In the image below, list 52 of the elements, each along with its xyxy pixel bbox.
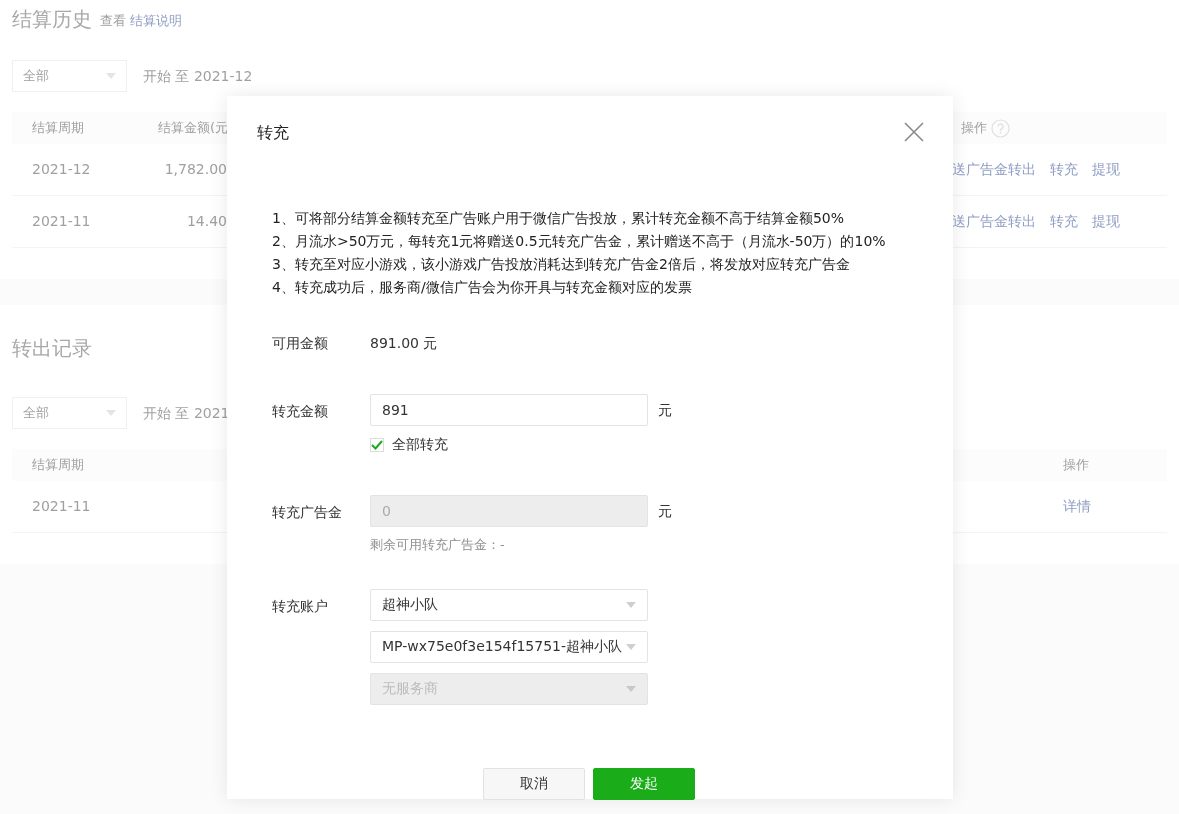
field-label: 转充广告金 [272,503,343,522]
settlement-info-link[interactable]: 结算说明 [130,10,182,34]
caret-icon [626,643,636,650]
section-title: 结算历史 [12,6,92,33]
note-text: 4、转充成功后，服务商/微信广告会为你开具与转充金额对应的发票 [272,278,693,297]
date-range[interactable]: 开始 至 2021 [143,402,230,424]
unit-label: 元 [658,401,672,420]
hint-text: 剩余可用转充广告金：- [370,536,506,554]
caret-icon [626,685,636,692]
check-icon [371,439,383,450]
section-title: 转出记录 [12,335,92,362]
ad-credit-input: 0 [370,495,648,527]
caret-icon [106,73,116,79]
submit-button[interactable]: 发起 [592,767,695,800]
filter-select[interactable]: 全部 [12,60,127,92]
column-header: 结算周期 [31,456,85,475]
account-select[interactable]: 超神小队 [370,588,648,621]
action-link[interactable]: 转充 [1050,211,1078,232]
note-text: 3、转充至对应小游戏，该小游戏广告投放消耗达到转充广告金2倍后，将发放对应转充广告金 [272,255,851,274]
transfer-all-checkbox[interactable]: 全部转充 [370,434,672,455]
action-link[interactable]: 提现 [1092,159,1120,180]
dialog-title: 转充 [257,122,289,144]
available-amount: 891.00 元 [370,335,438,351]
view-label: 查看 [100,11,126,30]
table-cell-text: 2021-11 [31,497,92,516]
note-text: 2、月流水>50万元，每转充1元将赠送0.5元转充广告金，累计赠送不高于（月流水-50万）的10% [272,232,887,251]
table-cell-text: 2021-11 [31,212,92,231]
date-range[interactable]: 开始 至 2021-12 [143,65,253,87]
field-label: 可用金额 [272,334,329,353]
column-header: 操作 [961,119,987,138]
close-icon[interactable] [904,121,924,141]
filter-select[interactable]: 全部 [12,397,127,429]
action-link[interactable]: 转充 [1050,159,1078,180]
column-header: 结算周期 [31,119,85,138]
field-label: 转充金额 [272,402,329,421]
unit-label: 元 [658,502,672,521]
table-cell-text: 14.40 [185,212,227,231]
field-label: 转充账户 [272,596,329,616]
caret-icon [106,410,116,416]
amount-input[interactable]: 891 [370,394,648,426]
table-cell-text: 1,782.00 [163,160,227,179]
action-link[interactable]: 详情 [1063,496,1091,517]
account-select[interactable]: MP-wx75e0f3e154f15751-超神小队 [370,630,648,663]
cancel-button[interactable]: 取消 [482,767,585,800]
action-link[interactable]: 送广告金转出 [952,211,1036,232]
action-link[interactable]: 提现 [1092,211,1120,232]
action-link[interactable]: 送广告金转出 [952,159,1036,180]
note-text: 1、可将部分结算金额转充至广告账户用于微信广告投放，累计转充金额不高于结算金额50% [272,209,846,228]
column-header: 操作 [1063,456,1089,475]
column-header: 结算金额(元 [158,119,230,138]
table-cell-text: 2021-12 [31,160,92,179]
caret-icon [626,601,636,608]
